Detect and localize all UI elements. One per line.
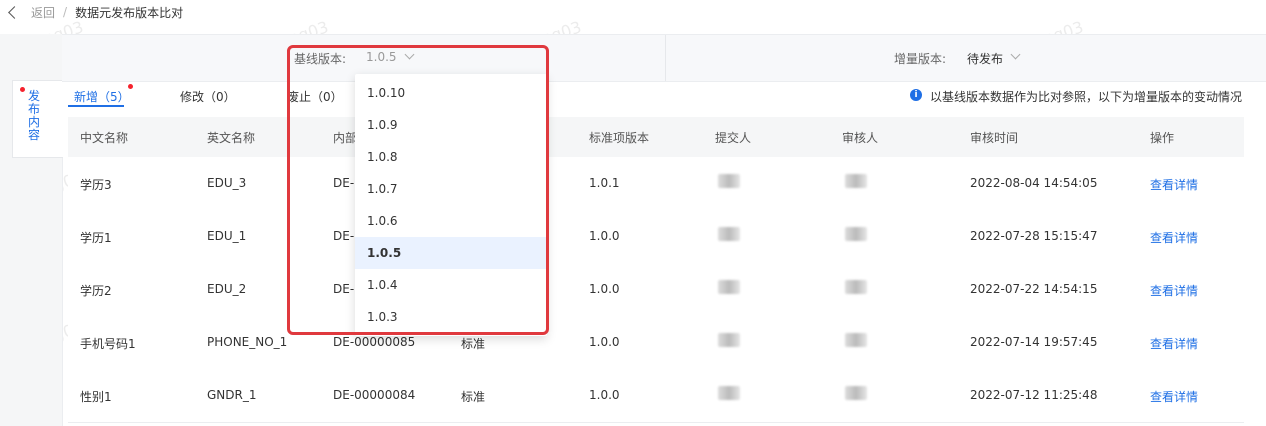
view-details-link[interactable]: 查看详情 [1150, 388, 1198, 405]
column-header-cn-name: 中文名称 [80, 131, 129, 145]
column-header-en-name: 英文名称 [207, 131, 256, 145]
cell-review-time: 2022-07-28 15:15:47 [970, 229, 1098, 243]
column-header-submitter: 提交人 [715, 131, 752, 145]
blurred-reviewer [845, 227, 867, 241]
column-header-reviewer: 审核人 [842, 131, 879, 145]
view-details-link[interactable]: 查看详情 [1150, 335, 1198, 352]
cell-cn-name: 学历1 [80, 231, 112, 245]
blurred-reviewer [845, 174, 867, 188]
cell-standard-version: 1.0.0 [589, 335, 620, 349]
cell-type: 标准 [461, 390, 486, 404]
cell-en-name: PHONE_NO_1 [207, 335, 288, 349]
blurred-submitter [718, 174, 740, 188]
column-header-actions: 操作 [1150, 131, 1175, 145]
highlight-annotation-box [287, 45, 549, 335]
cell-standard-version: 1.0.0 [589, 229, 620, 243]
column-header-standard-version: 标准项版本 [589, 131, 650, 145]
blurred-reviewer [845, 333, 867, 347]
cell-standard-version: 1.0.0 [589, 388, 620, 402]
blurred-reviewer [845, 280, 867, 294]
notification-dot [20, 87, 25, 92]
page-title: 数据元发布版本比对 [75, 5, 184, 20]
cell-standard-version: 1.0.0 [589, 282, 620, 296]
back-link[interactable]: 返回 [31, 4, 55, 21]
cell-review-time: 2022-07-22 14:54:15 [970, 282, 1098, 296]
blurred-submitter [718, 280, 740, 294]
cell-standard-version: 1.0.1 [589, 176, 620, 190]
bar-divider [665, 35, 666, 81]
cell-review-time: 2022-07-12 11:25:48 [970, 388, 1098, 402]
table-row: 学历2 EDU_2 DE- 1.0.0 2022-07-22 14:54:15 … [68, 263, 1244, 317]
breadcrumb-separator: / [63, 5, 68, 19]
notification-dot [128, 84, 133, 89]
chevron-down-icon[interactable] [1010, 49, 1021, 60]
cell-en-name: GNDR_1 [207, 388, 257, 402]
view-details-link[interactable]: 查看详情 [1150, 282, 1198, 299]
chevron-left-icon[interactable] [8, 5, 21, 19]
table-row: 性别1 GNDR_1 DE-00000084 标准 1.0.0 2022-07-… [68, 369, 1244, 423]
column-header-review-time: 审核时间 [970, 131, 1019, 145]
cell-cn-name: 性别1 [80, 390, 112, 404]
view-details-link[interactable]: 查看详情 [1150, 229, 1198, 246]
cell-review-time: 2022-07-14 19:57:45 [970, 335, 1098, 349]
cell-en-name: EDU_3 [207, 176, 247, 190]
incremental-version-select[interactable]: 待发布 [967, 50, 1003, 67]
view-details-link[interactable]: 查看详情 [1150, 176, 1198, 193]
breadcrumb: 返回 / 数据元发布版本比对 [0, 0, 183, 24]
blurred-reviewer [845, 386, 867, 400]
blurred-submitter [718, 333, 740, 347]
tab-added[interactable]: 新增（5） [74, 88, 130, 105]
cell-review-time: 2022-08-04 14:54:05 [970, 176, 1098, 190]
info-icon: i [910, 89, 922, 101]
incremental-version-label: 增量版本: [894, 52, 947, 66]
cell-type: 标准 [461, 337, 486, 351]
cell-code: DE-00000084 [333, 388, 416, 402]
table-row: 手机号码1 PHONE_NO_1 DE-00000085 标准 1.0.0 20… [68, 316, 1244, 370]
tab-modified[interactable]: 修改（0） [180, 88, 236, 105]
side-tab-label: 发布内容 [28, 89, 41, 142]
cell-en-name: EDU_1 [207, 229, 247, 243]
cell-cn-name: 手机号码1 [80, 337, 136, 351]
table-row: 学历1 EDU_1 DE- 1.0.0 2022-07-28 15:15:47 … [68, 210, 1244, 264]
cell-cn-name: 学历3 [80, 178, 112, 192]
blurred-submitter [718, 386, 740, 400]
version-selector-bar: 基线版本: 1.0.5 增量版本: 待发布 [62, 34, 1266, 82]
blurred-submitter [718, 227, 740, 241]
cell-cn-name: 学历2 [80, 284, 112, 298]
table-row: 学历3 EDU_3 DE- 1.0.1 2022-08-04 14:54:05 … [68, 157, 1244, 211]
cell-en-name: EDU_2 [207, 282, 247, 296]
info-text: 以基线版本数据作为比对参照，以下为增量版本的变动情况 [930, 90, 1243, 104]
table-header: 中文名称 英文名称 内部 标准项版本 提交人 审核人 审核时间 操作 [68, 117, 1244, 157]
cell-code: DE-00000085 [333, 335, 416, 349]
active-tab-indicator [68, 105, 124, 107]
